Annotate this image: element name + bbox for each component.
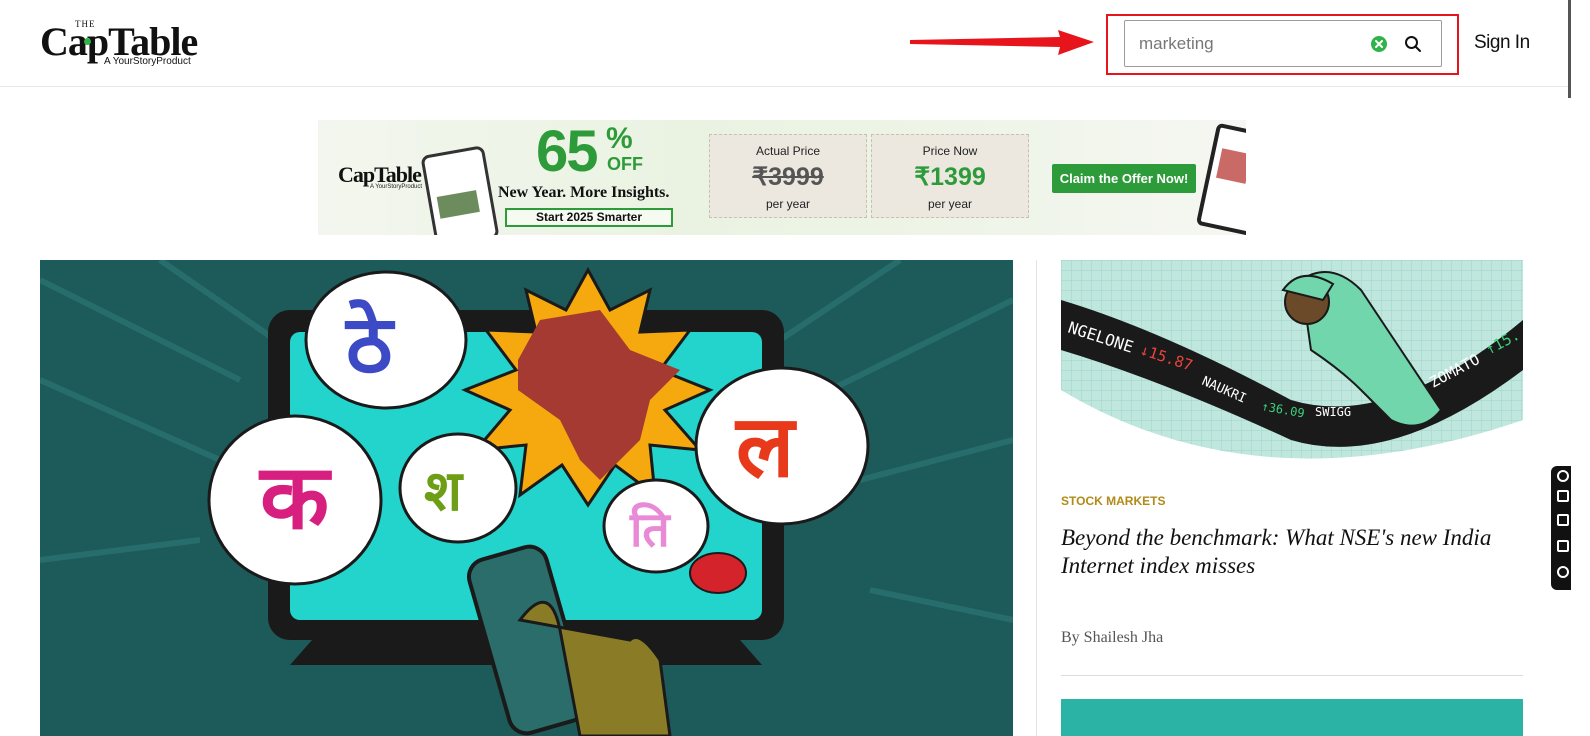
claim-offer-button[interactable]: Claim the Offer Now! — [1052, 164, 1196, 193]
column-divider — [1036, 260, 1037, 736]
clear-icon[interactable] — [1371, 36, 1387, 52]
glyph-la: ल — [734, 397, 797, 497]
captable-logo[interactable]: CapTable THE A YourStoryProduct — [40, 16, 210, 70]
floating-toolbar — [1551, 466, 1571, 590]
scrollbar-thumb[interactable] — [1568, 0, 1571, 98]
glyph-ka: क — [258, 445, 332, 550]
copy-icon[interactable] — [1557, 540, 1569, 552]
story-headline[interactable]: Beyond the benchmark: What NSE's new Ind… — [1061, 524, 1531, 580]
glyph-sha: श — [424, 459, 464, 524]
logo-subtitle: A YourStoryProduct — [104, 56, 191, 67]
promo-banner[interactable]: CapTable A YourStoryProduct 65 % OFF New… — [318, 120, 1246, 235]
actual-price-ticket: Actual Price ₹3999 per year — [709, 134, 867, 218]
link-icon[interactable] — [1557, 470, 1569, 482]
hero-image[interactable]: ठे क श ल ति — [40, 260, 1013, 736]
stock-illustration: NGELONE ↓15.87 NAUKRI ↑36.09 SWIGG ZOMAT… — [1061, 260, 1523, 477]
story-kicker[interactable]: STOCK MARKETS — [1061, 494, 1165, 508]
next-story-image[interactable] — [1061, 699, 1523, 736]
window-icon[interactable] — [1557, 514, 1569, 526]
red-arrow-annotation — [910, 30, 1094, 55]
actual-price-value: ₹3999 — [752, 163, 824, 191]
glyph-ti: ति — [629, 502, 671, 558]
site-header: CapTable THE A YourStoryProduct Sign In — [0, 0, 1568, 87]
story-divider — [1061, 675, 1523, 676]
scrollbar-track[interactable] — [1568, 0, 1590, 736]
logo-the: THE — [75, 19, 96, 29]
now-price-label: Price Now — [922, 144, 978, 158]
banner-logo-sub: A YourStoryProduct — [370, 184, 423, 190]
ticker-5: SWIGG — [1315, 405, 1351, 419]
logo-dot-icon — [84, 38, 91, 45]
actual-price-per: per year — [765, 197, 811, 211]
search-icon[interactable] — [1404, 35, 1422, 53]
glyph-the: ठे — [344, 298, 396, 391]
story-byline[interactable]: By Shailesh Jha — [1061, 629, 1163, 647]
banner-tagline: New Year. More Insights. — [498, 184, 670, 201]
sign-in-link[interactable]: Sign In — [1474, 32, 1530, 54]
now-price-value: ₹1399 — [914, 163, 986, 191]
now-price-ticket: Price Now ₹1399 per year — [871, 134, 1029, 218]
actual-price-label: Actual Price — [755, 144, 821, 158]
search-input[interactable] — [1139, 21, 1359, 66]
camera-icon[interactable] — [1557, 490, 1569, 502]
story-image[interactable]: NGELONE ↓15.87 NAUKRI ↑36.09 SWIGG ZOMAT… — [1061, 260, 1523, 477]
phone-illustration — [420, 145, 500, 235]
now-price-per: per year — [927, 197, 973, 211]
discount-sign: % — [606, 122, 633, 155]
tablet-illustration — [1195, 122, 1246, 235]
start-smarter-label: Start 2025 Smarter — [505, 208, 673, 227]
discount-off: OFF — [607, 154, 643, 174]
gear-icon[interactable] — [1557, 566, 1569, 578]
hero-illustration: ठे क श ल ति — [40, 260, 1013, 736]
search-bar[interactable] — [1124, 20, 1442, 67]
discount-value: 65 — [536, 120, 598, 184]
